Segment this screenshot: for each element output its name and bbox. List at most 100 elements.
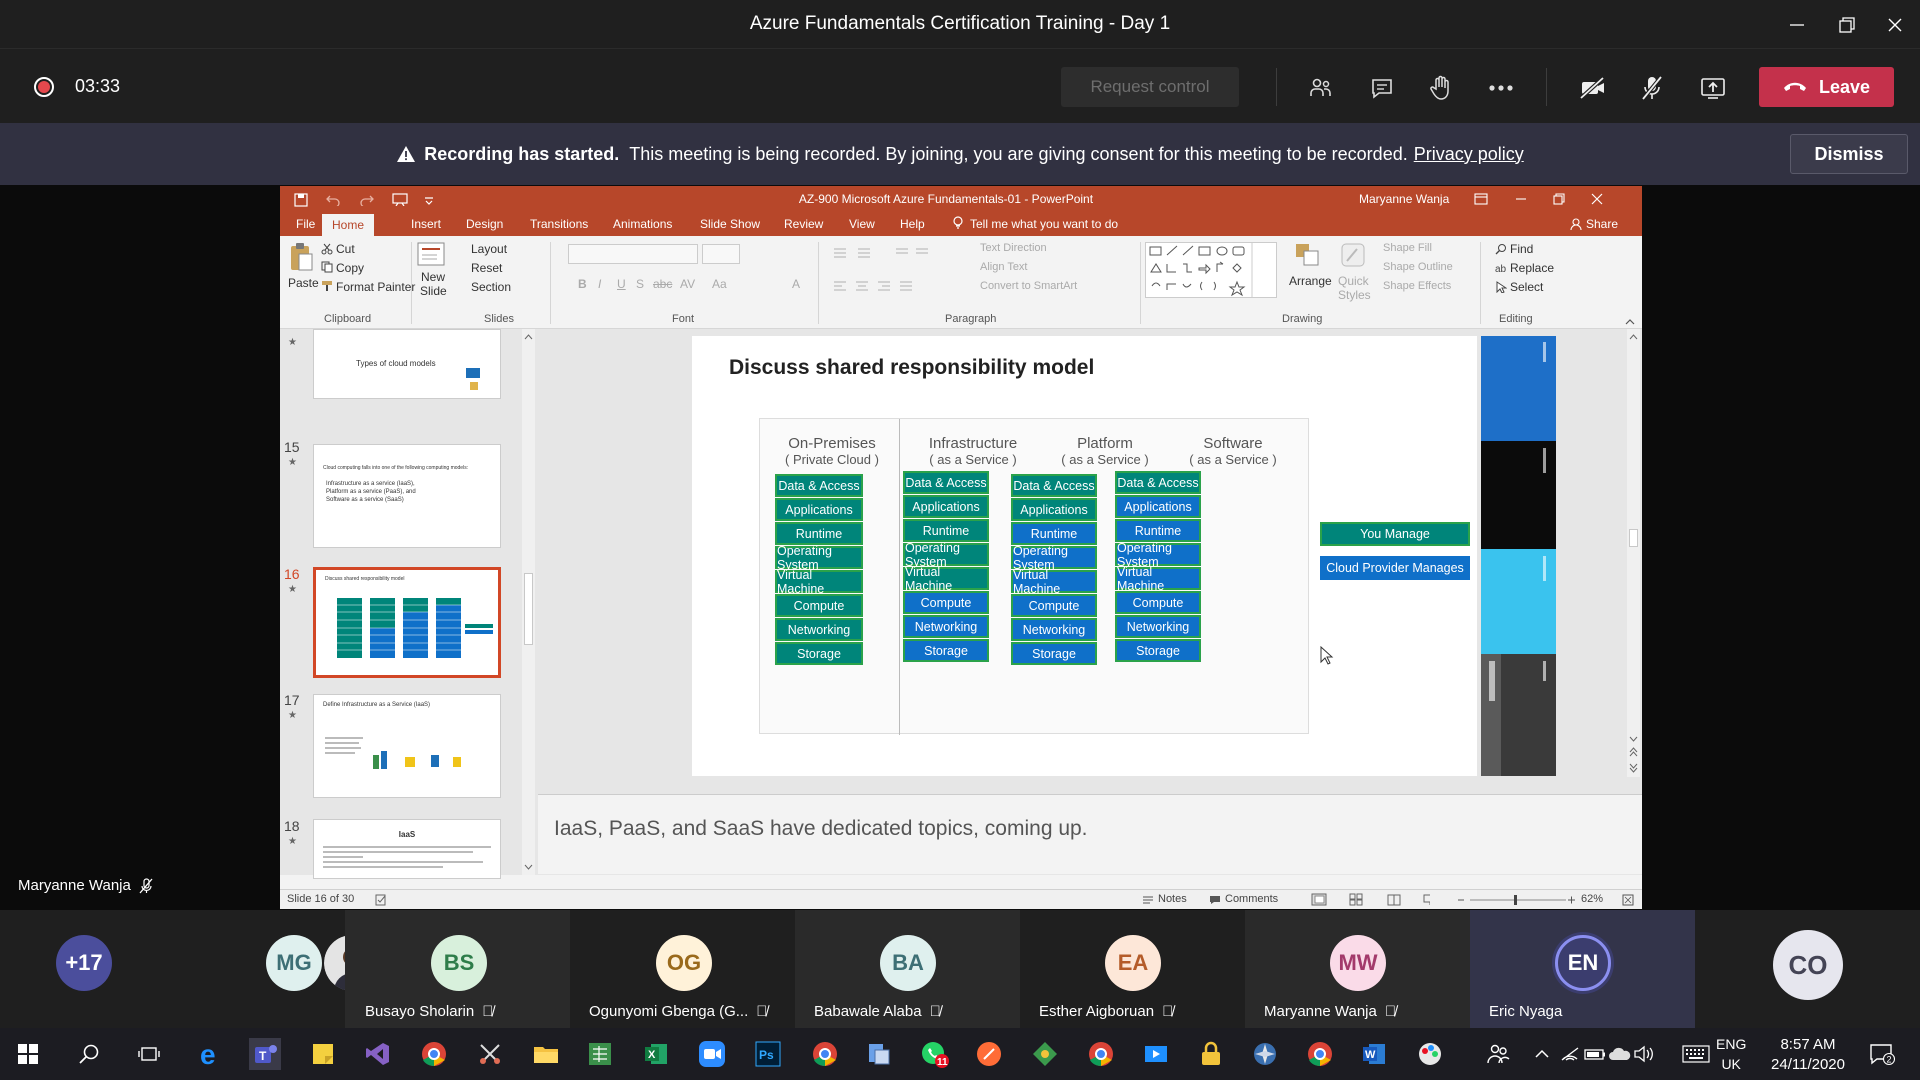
shape-fill-button[interactable]: Shape Fill — [1383, 242, 1432, 254]
notes-icon[interactable] — [1142, 895, 1154, 905]
chrome-icon[interactable] — [1085, 1038, 1117, 1070]
zoom-icon[interactable] — [696, 1038, 728, 1070]
compass-app-icon[interactable] — [1249, 1038, 1281, 1070]
arrange-button[interactable]: Arrange — [1289, 274, 1332, 288]
find-button[interactable]: Find — [1510, 242, 1533, 256]
italic-button[interactable]: I — [598, 277, 601, 291]
microphone-off-icon[interactable] — [1635, 71, 1669, 105]
list-buttons-icon[interactable] — [832, 246, 932, 260]
ppt-minimize-icon[interactable] — [1515, 193, 1527, 205]
quick-styles-icon[interactable] — [1340, 242, 1366, 268]
cut-button[interactable]: Cut — [336, 242, 355, 256]
scroll-thumb[interactable] — [524, 573, 533, 645]
share-screen-icon[interactable] — [1696, 71, 1730, 105]
tell-me-search[interactable]: Tell me what you want to do — [970, 217, 1118, 231]
ppt-close-icon[interactable] — [1591, 193, 1603, 205]
camera-off-icon[interactable] — [1576, 71, 1610, 105]
new-slide-label-2[interactable]: Slide — [420, 284, 447, 298]
collapse-ribbon-icon[interactable] — [1625, 318, 1635, 326]
tab-transitions[interactable]: Transitions — [530, 217, 588, 231]
slide-thumbnail[interactable]: Cloud computing falls into one of the fo… — [313, 444, 501, 548]
close-icon[interactable] — [1880, 10, 1910, 40]
text-direction-button[interactable]: Text Direction — [980, 242, 1047, 254]
chrome-icon[interactable] — [809, 1038, 841, 1070]
ribbon-display-options-icon[interactable] — [1474, 193, 1488, 205]
bold-button[interactable]: B — [578, 277, 587, 291]
spell-check-icon[interactable] — [375, 894, 387, 906]
visual-studio-icon[interactable] — [362, 1038, 394, 1070]
copy-icon[interactable] — [321, 261, 333, 273]
current-slide[interactable]: Discuss shared responsibility model On-P… — [692, 336, 1477, 776]
keyboard-icon[interactable] — [1680, 1038, 1712, 1070]
font-color-button[interactable]: A — [792, 277, 800, 291]
participant-tile[interactable]: OG Ogunyomi Gbenga (G... 🎙̸ — [570, 910, 795, 1028]
volume-icon[interactable] — [1628, 1038, 1660, 1070]
alignment-buttons-icon[interactable] — [832, 279, 942, 293]
participants-icon[interactable] — [1304, 71, 1338, 105]
find-icon[interactable] — [1495, 243, 1507, 255]
shadow-button[interactable]: S — [636, 277, 644, 291]
section-button[interactable]: Section — [471, 280, 511, 294]
vpn-lock-icon[interactable] — [1195, 1038, 1227, 1070]
share-button[interactable]: Share — [1586, 217, 1618, 231]
slide-scrollbar[interactable] — [1627, 329, 1640, 777]
raise-hand-icon[interactable] — [1424, 71, 1458, 105]
paste-button[interactable]: Paste — [288, 276, 319, 290]
shapes-gallery-icon[interactable] — [1145, 242, 1277, 298]
excel-icon[interactable]: X — [640, 1038, 672, 1070]
postman-icon[interactable] — [973, 1038, 1005, 1070]
layout-button[interactable]: Layout — [471, 242, 507, 256]
quick-styles-label-1[interactable]: Quick — [1338, 274, 1369, 288]
spreadsheet-app-icon[interactable] — [584, 1038, 616, 1070]
tab-file[interactable]: File — [296, 217, 315, 231]
slide-thumbnail[interactable]: Types of cloud models — [313, 329, 501, 399]
file-explorer-icon[interactable] — [530, 1038, 562, 1070]
tab-review[interactable]: Review — [784, 217, 823, 231]
overflow-participants-badge[interactable]: +17 — [56, 935, 112, 991]
whatsapp-icon[interactable]: 11 — [919, 1038, 951, 1070]
restore-icon[interactable] — [1832, 10, 1862, 40]
replace-button[interactable]: Replace — [1510, 261, 1554, 275]
zoom-level[interactable]: 62% — [1581, 893, 1603, 905]
word-icon[interactable]: W — [1358, 1038, 1390, 1070]
language-indicator[interactable]: ENG UK — [1716, 1034, 1746, 1074]
participant-tile[interactable]: EA Esther Aigboruan 🎙̸ — [1020, 910, 1245, 1028]
ppt-user-name[interactable]: Maryanne Wanja — [1359, 192, 1449, 206]
speaker-notes[interactable]: IaaS, PaaS, and SaaS have dedicated topi… — [538, 794, 1642, 874]
tab-home[interactable]: Home — [322, 214, 375, 236]
arrange-icon[interactable] — [1294, 242, 1322, 268]
more-options-icon[interactable] — [1484, 71, 1518, 105]
select-icon[interactable] — [1495, 281, 1507, 293]
paint-app-icon[interactable] — [1414, 1038, 1446, 1070]
privacy-policy-link[interactable]: Privacy policy — [1414, 144, 1524, 165]
thumbnails-scrollbar[interactable] — [522, 329, 535, 875]
format-painter-button[interactable]: Format Painter — [336, 280, 415, 294]
tab-view[interactable]: View — [849, 217, 875, 231]
fit-slide-icon[interactable] — [1622, 894, 1634, 906]
new-slide-label-1[interactable]: New — [421, 270, 445, 284]
notes-button[interactable]: Notes — [1158, 893, 1187, 905]
participant-tile[interactable]: CO — [1695, 910, 1920, 1028]
snipping-tool-icon[interactable] — [474, 1038, 506, 1070]
tab-slide-show[interactable]: Slide Show — [700, 217, 760, 231]
format-painter-icon[interactable] — [321, 280, 333, 292]
chat-icon[interactable] — [1365, 71, 1399, 105]
system-clock[interactable]: 8:57 AM 24/11/2020 — [1758, 1035, 1858, 1075]
task-view-icon[interactable] — [133, 1038, 165, 1070]
reset-button[interactable]: Reset — [471, 261, 502, 275]
prev-next-slide-icon[interactable] — [1627, 734, 1640, 774]
copy-button[interactable]: Copy — [336, 261, 364, 275]
participant-tile[interactable]: BA Babawale Alaba 🎙̸ — [795, 910, 1020, 1028]
scroll-thumb[interactable] — [1629, 529, 1638, 547]
strikethrough-button[interactable]: abc — [653, 277, 672, 291]
participant-tile[interactable]: +17 — [0, 910, 165, 1028]
quick-styles-label-2[interactable]: Styles — [1338, 288, 1371, 302]
change-case-button[interactable]: Aa — [712, 277, 727, 291]
shape-effects-button[interactable]: Shape Effects — [1383, 280, 1451, 292]
network-tool-icon[interactable] — [863, 1038, 895, 1070]
view-buttons-icon[interactable] — [1310, 893, 1430, 907]
windows-start-icon[interactable] — [12, 1038, 44, 1070]
zoom-slider[interactable] — [1456, 893, 1576, 907]
slide-thumbnail-selected[interactable]: Discuss shared responsibility model — [313, 567, 501, 678]
participant-tile[interactable]: BS Busayo Sholarin 🎙̸ — [345, 910, 570, 1028]
